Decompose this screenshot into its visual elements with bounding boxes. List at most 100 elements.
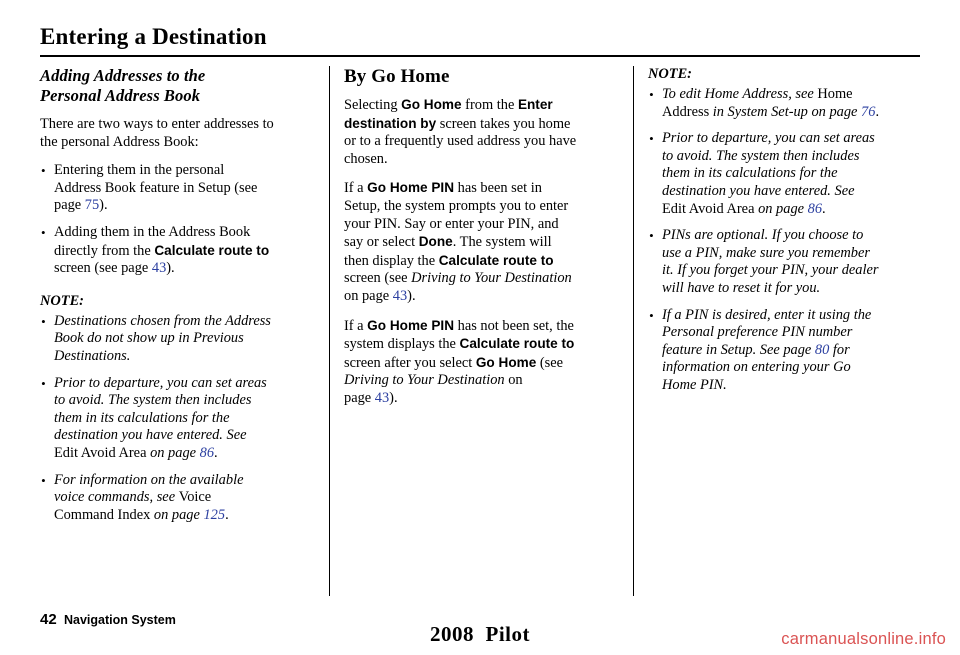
note2-line5-end: . (214, 444, 218, 461)
title-divider (40, 55, 920, 57)
ui-label-calculate-route-to: Calculate route to (154, 242, 270, 258)
c3note2-line1: Prior to departure, you can set areas (662, 130, 875, 147)
c3note4-line3-end: for (829, 341, 850, 358)
c3note2-line4: destination you have entered. See (662, 182, 855, 199)
intro-line1: There are two ways to enter addresses to (40, 116, 274, 132)
ui-label-destination-by: destination by (344, 115, 437, 131)
section-heading-by-go-home: By Go Home (344, 66, 450, 87)
section-heading-line1: Adding Addresses to the (40, 66, 206, 85)
note-heading: NOTE: (40, 292, 84, 309)
ui-label-go-home-pin: Go Home PIN (367, 180, 455, 196)
go-home-paragraph-2: If a Go Home PIN has been set in Setup, … (344, 179, 616, 305)
list-item: Prior to departure, you can set areas to… (648, 130, 920, 218)
p2-e: say or select (344, 234, 419, 251)
note2-line5-italic: on page (150, 444, 200, 461)
bullet1-line3: page (54, 197, 85, 214)
bullet2-line2: directly from the (54, 242, 155, 259)
note2-line5-roman: Edit Avoid Area (54, 444, 151, 461)
go-home-paragraph-3: If a Go Home PIN has not been set, the s… (344, 317, 616, 408)
p2-i: on page (344, 287, 393, 304)
intro-paragraph: There are two ways to enter addresses to… (40, 116, 312, 151)
p2-a: If a (344, 180, 368, 197)
p2-h: screen (see (344, 270, 412, 287)
ref-driving-to-your-destination: Driving to Your Destination (411, 270, 572, 287)
list-item: Adding them in the Address Book directly… (40, 224, 312, 278)
note1-line1: Destinations chosen from the Address (54, 312, 271, 329)
ui-label-done: Done (418, 234, 453, 250)
p2-g: then display the (344, 252, 439, 269)
p2-b: has been set in (454, 180, 542, 197)
page-ref: 86 (199, 444, 215, 461)
c3note2-line5-end: . (822, 200, 826, 217)
c3note3-line2: use a PIN, make sure you remember (662, 244, 870, 261)
p3-f: on (504, 372, 523, 389)
bullet2-line3: screen (see page (54, 260, 152, 277)
note2-line2: to avoid. The system then includes (54, 392, 252, 409)
note3-line2-roman: Voice (178, 489, 212, 506)
bullet2-line3-end: ). (166, 260, 175, 277)
note2-line3: them in its calculations for the (54, 409, 230, 426)
intro-line2: the personal Address Book: (40, 133, 199, 150)
bullet1-line2: Address Book feature in Setup (see (54, 179, 258, 196)
page-title: Entering a Destination (40, 24, 267, 49)
ui-label-calculate-route-to: Calculate route to (438, 252, 554, 268)
c3note2-line3: them in its calculations for the (662, 165, 838, 182)
ui-label-go-home: Go Home (475, 354, 537, 370)
column-2: By Go Home Selecting Go Home from the En… (344, 66, 616, 596)
page-ref: 125 (203, 506, 226, 523)
p2-c: Setup, the system prompts you to enter (344, 197, 569, 214)
list-item: PINs are optional. If you choose to use … (648, 227, 920, 297)
page-ref: 43 (392, 287, 408, 304)
p1-a: Selecting (344, 97, 402, 113)
column-3: NOTE: To edit Home Address, see Home Add… (648, 66, 920, 596)
p2-j: ). (407, 287, 416, 304)
c3note1-line1-italic: To edit Home Address, see (662, 86, 818, 102)
c3note4-line5: Home PIN. (662, 376, 727, 393)
page-ref: 43 (151, 260, 167, 277)
column-divider-1 (329, 66, 330, 596)
c3note3-line1: PINs are optional. If you choose to (662, 227, 864, 244)
page-ref: 75 (84, 197, 100, 214)
note1-line2: Book do not show up in Previous (54, 330, 244, 347)
note3-line3-italic: on page (153, 506, 204, 523)
c3note2-line2: to avoid. The system then includes (662, 147, 860, 164)
ui-label-go-home-pin: Go Home PIN (367, 317, 455, 333)
p3-h: ). (389, 389, 398, 406)
c3note1-line2-italic: in System Set-up on page (712, 103, 862, 120)
p2-f: . The system will (452, 234, 552, 251)
p3-g: page (344, 389, 375, 406)
p1-c: screen takes you home (436, 115, 571, 132)
note3-line2-italic: voice commands, see (54, 489, 179, 506)
manual-page: Entering a Destination Adding Addresses … (0, 0, 960, 655)
ref-driving-to-your-destination: Driving to Your Destination (344, 372, 505, 389)
c3note4-line2: Personal preference PIN number (662, 324, 853, 341)
bullet2-line1: Adding them in the Address Book (54, 223, 251, 240)
page-ref: 86 (807, 200, 823, 217)
section-heading-line2: Personal Address Book (40, 86, 201, 105)
p1-b: from the (461, 97, 518, 113)
section-heading-adding-addresses: Adding Addresses to the Personal Address… (40, 66, 312, 106)
list-item: For information on the available voice c… (40, 472, 312, 525)
p3-c: system displays the (344, 336, 460, 353)
column-1: Adding Addresses to the Personal Address… (40, 66, 312, 596)
page-ref: 76 (861, 103, 876, 120)
note3-line1: For information on the available (54, 471, 244, 488)
note-list: To edit Home Address, see Home Address i… (648, 86, 920, 395)
column-divider-2 (633, 66, 634, 596)
c3note4-line4: information on entering your Go (662, 359, 851, 376)
c3note3-line4: will have to reset it for you. (662, 279, 821, 296)
bullet1-line1: Entering them in the personal (54, 162, 225, 179)
c3note4-line1: If a PIN is desired, enter it using the (662, 306, 872, 323)
c3note2-line5-roman: Edit Avoid Area (662, 200, 759, 217)
go-home-paragraph-1: Selecting Go Home from the Enter destina… (344, 96, 616, 168)
list-item: Prior to departure, you can set areas to… (40, 375, 312, 463)
p1-d: or to a frequently used address you have (344, 133, 577, 150)
list-item: Destinations chosen from the Address Boo… (40, 313, 312, 366)
p1-e: chosen. (344, 150, 388, 167)
page-ref: 80 (814, 341, 830, 358)
note2-line4: destination you have entered. See (54, 427, 247, 444)
c3note3-line3: it. If you forget your PIN, your dealer (662, 262, 879, 279)
bullet1-line3-end: ). (99, 197, 108, 214)
note-list: Destinations chosen from the Address Boo… (40, 313, 312, 525)
ways-list: Entering them in the personal Address Bo… (40, 162, 312, 278)
